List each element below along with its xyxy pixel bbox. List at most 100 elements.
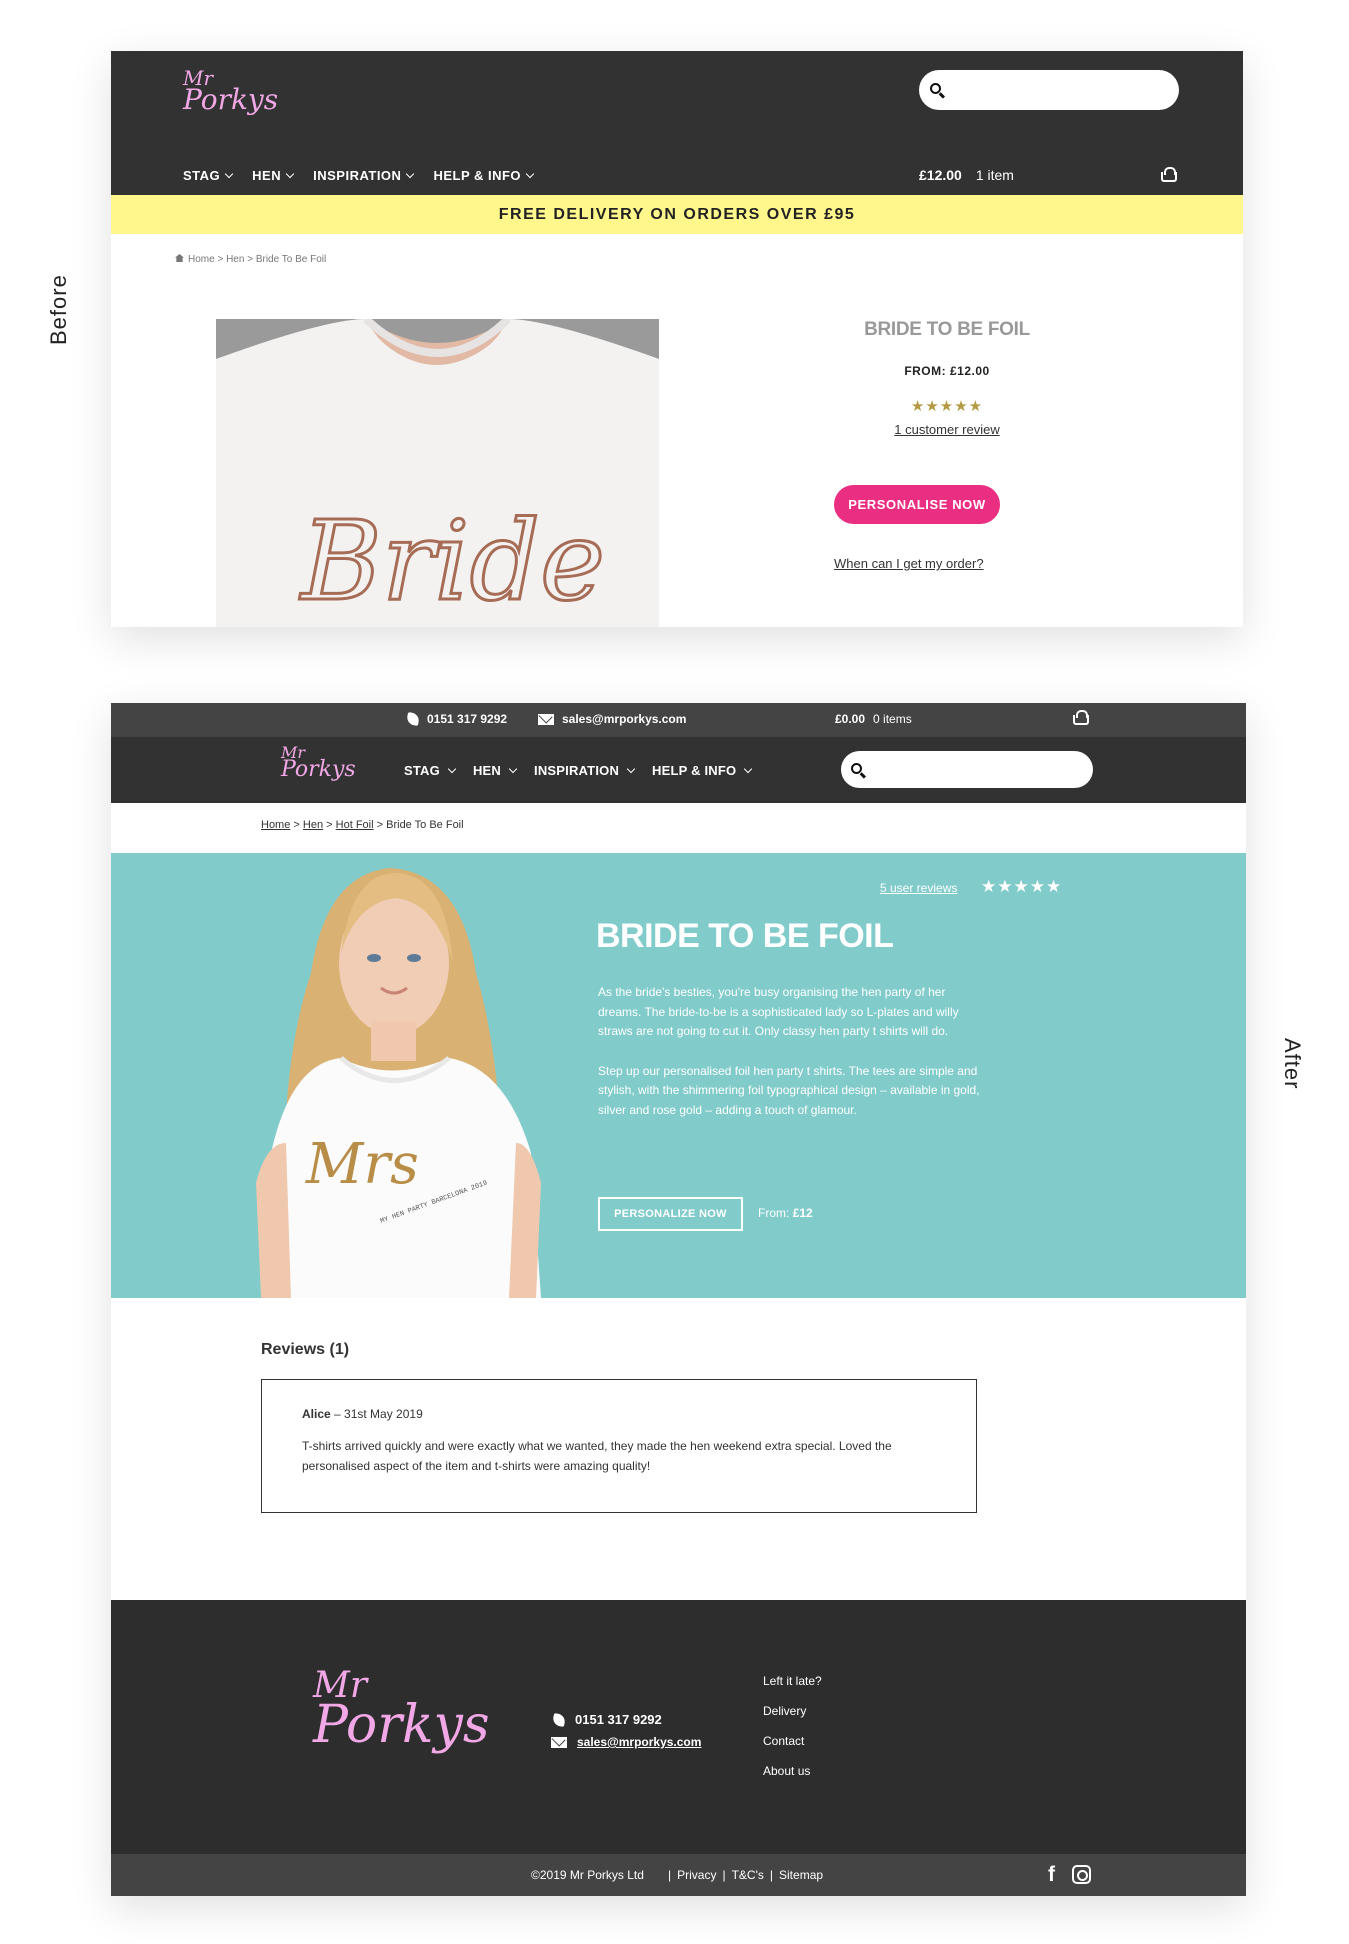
- nav-hen[interactable]: HEN: [252, 168, 295, 183]
- nav-stag-label: STAG: [183, 168, 221, 183]
- nav-help[interactable]: HELP & INFO: [433, 168, 535, 183]
- before-screenshot: Mr Porkys STAG HEN INSPIRATION HELP & IN…: [111, 51, 1243, 627]
- breadcrumb: Home > Hen > Bride To Be Foil: [175, 254, 326, 265]
- search-input[interactable]: [919, 70, 1179, 110]
- user-reviews-link[interactable]: 5 user reviews: [880, 881, 957, 895]
- nav-hen-label: HEN: [472, 763, 502, 778]
- instagram-icon[interactable]: [1072, 1865, 1091, 1884]
- footer-link-about[interactable]: About us: [763, 1764, 822, 1778]
- nav-hen-label: HEN: [252, 168, 282, 183]
- model-photo[interactable]: Mrs MY HEN PARTY BARCELONA 2019: [231, 853, 561, 1298]
- home-icon[interactable]: [175, 254, 184, 262]
- review-meta: Alice – 31st May 2019: [302, 1407, 423, 1421]
- tshirt-illustration: Bride: [216, 319, 659, 627]
- facebook-icon[interactable]: f: [1048, 1863, 1055, 1887]
- logo[interactable]: Mr Porkys: [281, 744, 356, 783]
- topbar-cart[interactable]: £0.00 0 items: [835, 712, 912, 726]
- footer-link-delivery[interactable]: Delivery: [763, 1704, 822, 1718]
- personalize-now-button[interactable]: PERSONALIZE NOW: [598, 1197, 743, 1231]
- footer-link-left-it-late[interactable]: Left it late?: [763, 1674, 822, 1688]
- tshirt-print-text: Bride: [299, 497, 605, 625]
- privacy-link[interactable]: Privacy: [677, 1868, 716, 1882]
- nav-inspiration[interactable]: INSPIRATION: [313, 168, 415, 183]
- search-icon: [851, 763, 862, 774]
- nav-stag-label: STAG: [404, 763, 440, 778]
- sitemap-link[interactable]: Sitemap: [779, 1868, 823, 1882]
- chevron-down-icon: [447, 764, 457, 773]
- separator: |: [668, 1868, 672, 1882]
- nav-help-label: HELP & INFO: [652, 763, 737, 778]
- basket-icon[interactable]: [1073, 710, 1089, 725]
- description-paragraph-2: Step up our personalised foil hen party …: [598, 1063, 980, 1117]
- free-delivery-banner: FREE DELIVERY ON ORDERS OVER £95: [111, 195, 1243, 234]
- topbar-phone-number: 0151 317 9292: [427, 712, 508, 726]
- footer-email[interactable]: sales@mrporkys.com: [551, 1735, 701, 1749]
- rating-stars: ★★★★★: [910, 398, 984, 415]
- breadcrumb-separator: >: [326, 819, 333, 831]
- logo-line-2: Porkys: [281, 757, 356, 783]
- reviews-heading: Reviews (1): [261, 1341, 350, 1358]
- review-date: – 31st May 2019: [330, 1407, 423, 1421]
- tshirt-print-text: Mrs: [305, 1132, 419, 1197]
- product-title: BRIDE TO BE FOIL: [596, 917, 894, 955]
- mail-icon: [551, 1736, 567, 1748]
- header: Mr Porkys STAG HEN INSPIRATION HELP & IN…: [111, 51, 1243, 195]
- nav-help[interactable]: HELP & INFO: [652, 763, 753, 778]
- mail-icon: [538, 713, 554, 725]
- topbar-email-address: sales@mrporkys.com: [562, 712, 687, 726]
- chevron-down-icon: [744, 764, 753, 773]
- breadcrumb-separator: >: [293, 819, 300, 831]
- footer-phone[interactable]: 0151 317 9292: [552, 1712, 662, 1727]
- footer-logo[interactable]: Mr Porkys: [313, 1667, 490, 1756]
- description-paragraph-1: As the bride's besties, you're busy orga…: [598, 985, 959, 1038]
- price-value: £12: [792, 1206, 813, 1220]
- phone-icon: [552, 1712, 566, 1727]
- review-text: T-shirts arrived quickly and were exactl…: [302, 1439, 892, 1473]
- product-price: FROM: £12.00: [904, 364, 990, 378]
- product-price: From: £12: [758, 1206, 813, 1220]
- nav-hen[interactable]: HEN: [472, 763, 518, 778]
- customer-review-link[interactable]: 1 customer review: [832, 422, 1062, 437]
- product-hero: Mrs MY HEN PARTY BARCELONA 2019 5 user r…: [111, 853, 1246, 1298]
- product-image[interactable]: Bride: [216, 319, 659, 627]
- separator: |: [722, 1868, 726, 1882]
- nav-stag[interactable]: STAG: [183, 168, 234, 183]
- breadcrumb-hen[interactable]: Hen: [303, 819, 323, 831]
- logo-line-2: Porkys: [313, 1695, 490, 1756]
- cart-items: 0 items: [873, 712, 912, 726]
- phone-icon: [406, 712, 420, 726]
- header: Mr Porkys STAG HEN INSPIRATION HELP & IN…: [111, 737, 1246, 803]
- review-card: Alice – 31st May 2019 T-shirts arrived q…: [261, 1379, 977, 1513]
- chevron-down-icon: [508, 764, 518, 773]
- price-label: From:: [758, 1206, 790, 1220]
- nav-inspiration-label: INSPIRATION: [313, 168, 402, 183]
- footer-links: Left it late? Delivery Contact About us: [763, 1674, 822, 1794]
- nav-inspiration-label: INSPIRATION: [534, 763, 620, 778]
- nav-help-label: HELP & INFO: [433, 168, 522, 183]
- basket-icon[interactable]: [1161, 167, 1177, 182]
- nav-inspiration[interactable]: INSPIRATION: [534, 763, 636, 778]
- footer-link-contact[interactable]: Contact: [763, 1734, 822, 1748]
- bottom-bar: ©2019 Mr Porkys Ltd | Privacy | T&C's | …: [111, 1854, 1246, 1896]
- terms-link[interactable]: T&C's: [732, 1868, 764, 1882]
- product-description: As the bride's besties, you're busy orga…: [598, 983, 988, 1120]
- breadcrumb-text[interactable]: Home > Hen > Bride To Be Foil: [188, 254, 326, 265]
- breadcrumb-hot-foil[interactable]: Hot Foil: [336, 819, 374, 831]
- breadcrumb-home[interactable]: Home: [261, 819, 290, 831]
- topbar-email[interactable]: sales@mrporkys.com: [538, 712, 686, 726]
- chevron-down-icon: [224, 169, 234, 178]
- cart-total: £0.00: [835, 712, 866, 726]
- nav-stag[interactable]: STAG: [404, 763, 457, 778]
- personalise-now-button[interactable]: PERSONALISE NOW: [834, 485, 1000, 524]
- logo[interactable]: Mr Porkys: [183, 68, 278, 114]
- review-author: Alice: [302, 1407, 331, 1421]
- footer-phone-number: 0151 317 9292: [575, 1712, 662, 1727]
- delivery-info-link[interactable]: When can I get my order?: [834, 556, 984, 571]
- footer: Mr Porkys 0151 317 9292 sales@mrporkys.c…: [111, 1600, 1246, 1854]
- cart-items: 1 item: [975, 167, 1014, 183]
- topbar-phone[interactable]: 0151 317 9292: [406, 712, 508, 726]
- cart-summary[interactable]: £12.00 1 item: [919, 167, 1014, 183]
- breadcrumb: Home > Hen > Hot Foil > Bride To Be Foil: [261, 819, 464, 831]
- chevron-down-icon: [406, 169, 415, 178]
- search-input[interactable]: [841, 751, 1093, 788]
